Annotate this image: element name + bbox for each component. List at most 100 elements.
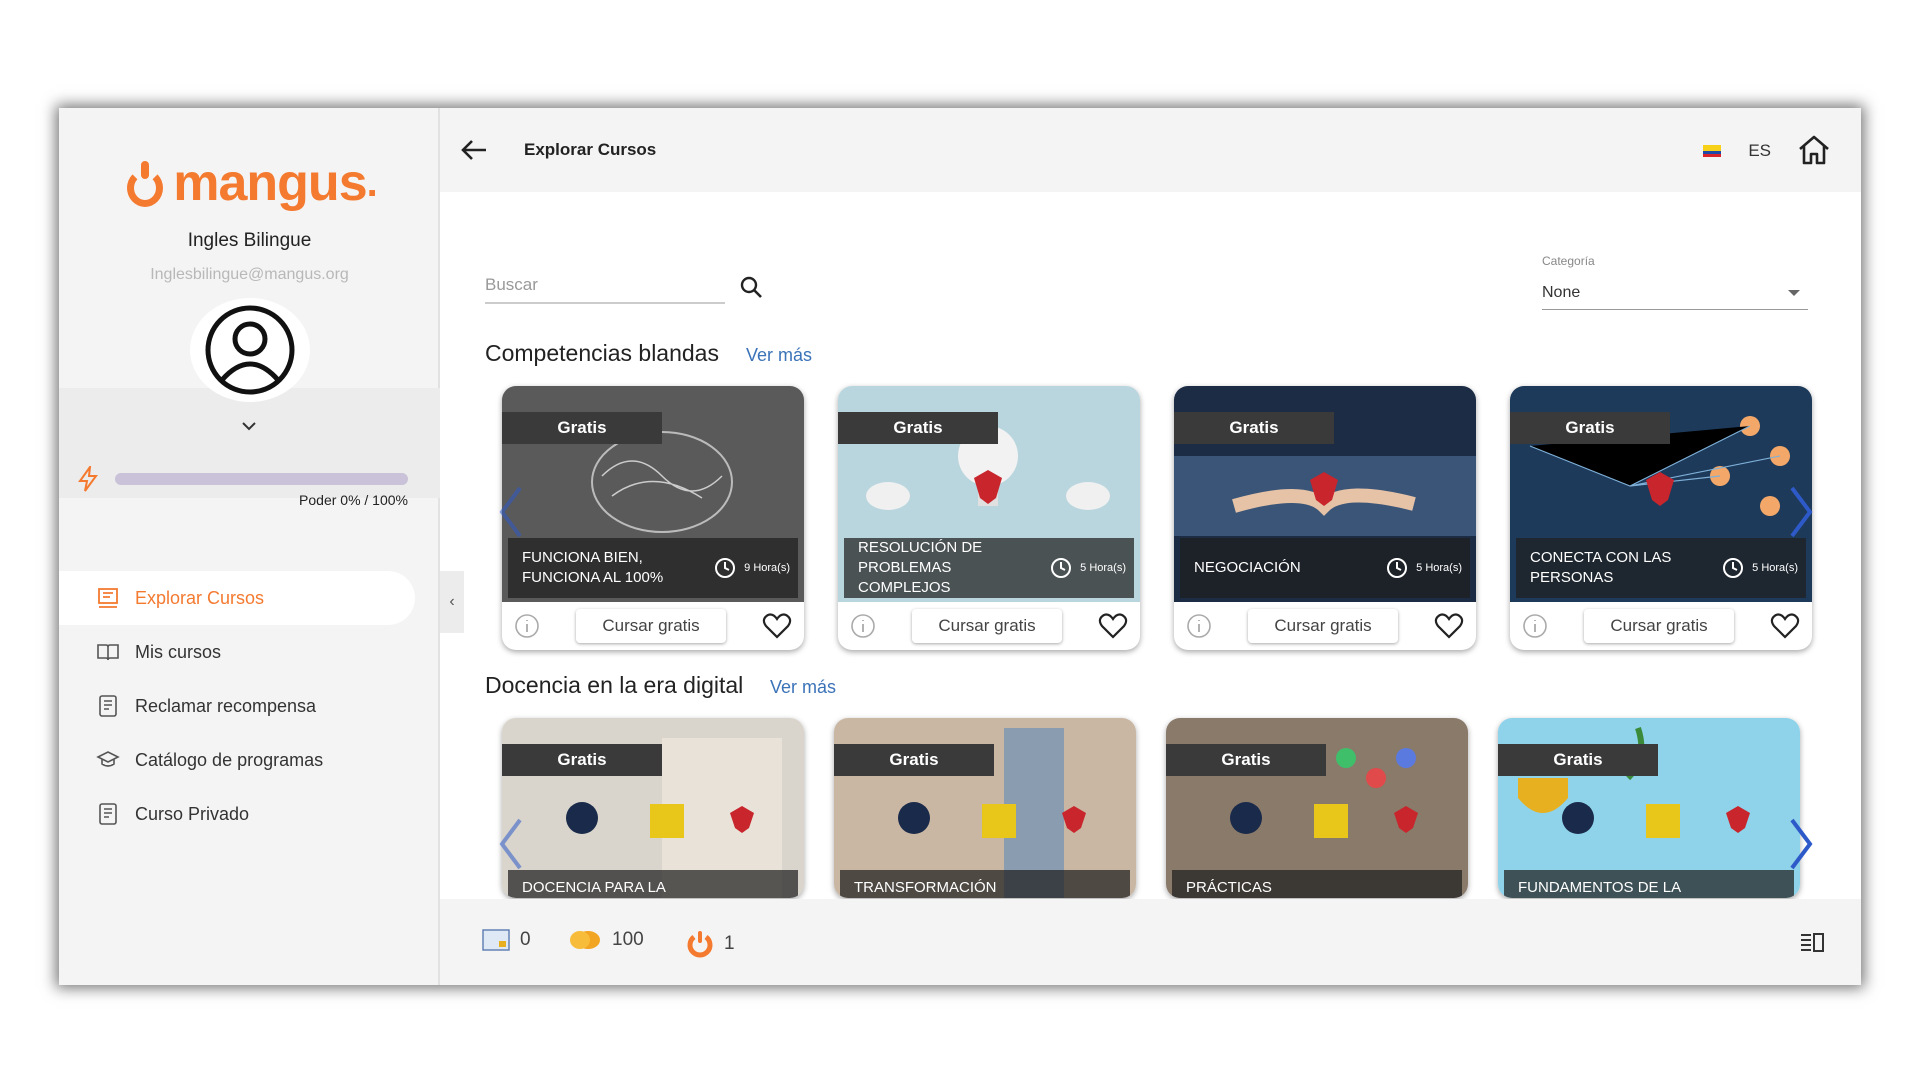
- course-card[interactable]: Gratis FUNCIONA BIEN, FUNCIONA AL 100% 9…: [502, 386, 804, 650]
- home-icon[interactable]: [1797, 133, 1831, 167]
- back-arrow-icon[interactable]: [458, 134, 490, 166]
- sidebar: mangus. Ingles Bilingue Inglesbilingue@m…: [59, 108, 440, 985]
- free-badge: Gratis: [502, 744, 662, 776]
- course-row: Gratis DOCENCIA PARA LA Gratis TRANSFORM…: [502, 718, 1832, 898]
- search-field[interactable]: [485, 268, 725, 304]
- course-card[interactable]: Gratis RESOLUCIÓN DE PROBLEMAS COMPLEJOS…: [838, 386, 1140, 650]
- duration-label: 9 Hora(s): [744, 562, 790, 574]
- see-more-link[interactable]: Ver más: [746, 345, 812, 366]
- course-card[interactable]: Gratis NEGOCIACIÓN 5 Hora(s) Cursar grat…: [1174, 386, 1476, 650]
- section-title: Competencias blandas: [485, 340, 719, 366]
- enroll-free-button[interactable]: Cursar gratis: [1584, 609, 1734, 643]
- profile-expand-chevron-icon[interactable]: [239, 416, 259, 436]
- heart-icon[interactable]: [1098, 612, 1128, 640]
- coins-icon: [570, 931, 600, 949]
- free-badge: Gratis: [502, 412, 662, 444]
- chevron-left-icon: ‹: [449, 593, 455, 610]
- certificate-icon: [482, 929, 510, 951]
- sidebar-collapse-button[interactable]: ‹: [440, 571, 464, 633]
- coins-stat[interactable]: 100: [568, 929, 644, 951]
- course-card[interactable]: Gratis TRANSFORMACIÓN: [834, 718, 1136, 898]
- category-label: Categoría: [1542, 254, 1595, 268]
- layout-toggle-icon[interactable]: [1799, 931, 1825, 953]
- clock-icon: [1051, 558, 1072, 578]
- power-progress-label: Poder 0% / 100%: [299, 492, 408, 508]
- free-badge: Gratis: [1498, 744, 1658, 776]
- sidebar-item-label: Curso Privado: [135, 803, 250, 824]
- course-title: PRÁCTICAS: [1186, 879, 1272, 896]
- course-title: CONECTA CON LAS PERSONAS: [1530, 549, 1672, 586]
- certificates-stat[interactable]: 0: [482, 929, 531, 951]
- enroll-free-button[interactable]: Cursar gratis: [576, 609, 726, 643]
- course-duration: 5 Hora(s): [1386, 557, 1462, 579]
- brand-logo[interactable]: mangus.: [109, 148, 391, 218]
- carousel-prev-icon[interactable]: [496, 816, 526, 872]
- sidebar-item-catalogo-de-programas[interactable]: Catálogo de programas: [59, 733, 440, 787]
- enroll-free-button[interactable]: Cursar gratis: [912, 609, 1062, 643]
- avatar[interactable]: [190, 298, 310, 402]
- info-icon[interactable]: [514, 613, 540, 639]
- sidebar-item-curso-privado[interactable]: Curso Privado: [59, 787, 440, 841]
- course-title-overlay: FUNDAMENTOS DE LA: [1504, 870, 1794, 898]
- course-card[interactable]: Gratis CONECTA CON LAS PERSONAS 5 Hora(s…: [1510, 386, 1812, 650]
- course-card[interactable]: Gratis FUNDAMENTOS DE LA: [1498, 718, 1800, 898]
- card-actions: Cursar gratis: [1174, 602, 1476, 650]
- heart-icon[interactable]: [1770, 612, 1800, 640]
- user-avatar-icon: [205, 305, 295, 395]
- sidebar-item-reclamar-recompensa[interactable]: Reclamar recompensa: [59, 679, 440, 733]
- category-selected-value: None: [1542, 283, 1581, 301]
- duration-label: 5 Hora(s): [1416, 562, 1462, 574]
- heart-icon[interactable]: [762, 612, 792, 640]
- duration-label: 5 Hora(s): [1752, 562, 1798, 574]
- course-title: RESOLUCIÓN DE PROBLEMAS COMPLEJOS: [858, 539, 983, 596]
- course-row: Gratis FUNCIONA BIEN, FUNCIONA AL 100% 9…: [502, 386, 1832, 656]
- clock-icon: [1387, 558, 1408, 578]
- sidebar-item-mis-cursos[interactable]: Mis cursos: [59, 625, 440, 679]
- course-title: DOCENCIA PARA LA: [522, 879, 666, 896]
- free-badge: Gratis: [1166, 744, 1326, 776]
- sidebar-item-label: Explorar Cursos: [135, 587, 265, 608]
- info-icon[interactable]: [1186, 613, 1212, 639]
- sidebar-nav: Explorar Cursos Mis cursos Reclamar reco…: [59, 571, 440, 841]
- user-name: Ingles Bilingue: [187, 230, 312, 251]
- course-card[interactable]: Gratis PRÁCTICAS: [1166, 718, 1468, 898]
- language-selector[interactable]: ES: [1748, 141, 1771, 161]
- free-badge: Gratis: [838, 412, 998, 444]
- sidebar-item-explorar-cursos[interactable]: Explorar Cursos: [59, 571, 415, 625]
- course-title-overlay: CONECTA CON LAS PERSONAS 5 Hora(s): [1516, 538, 1806, 598]
- app-window: mangus. Ingles Bilingue Inglesbilingue@m…: [59, 108, 1861, 985]
- sidebar-item-label: Reclamar recompensa: [135, 695, 317, 716]
- course-card[interactable]: Gratis DOCENCIA PARA LA: [502, 718, 804, 898]
- info-icon[interactable]: [1522, 613, 1548, 639]
- mangus-points-stat[interactable]: 1: [686, 929, 735, 959]
- certificates-count: 0: [520, 929, 531, 950]
- enroll-free-button[interactable]: Cursar gratis: [1248, 609, 1398, 643]
- carousel-next-icon[interactable]: [1786, 816, 1816, 872]
- course-title: FUNDAMENTOS DE LA: [1518, 879, 1682, 896]
- course-title-overlay: FUNCIONA BIEN, FUNCIONA AL 100% 9 Hora(s…: [508, 538, 798, 598]
- heart-icon[interactable]: [1434, 612, 1464, 640]
- course-title: NEGOCIACIÓN: [1194, 559, 1301, 576]
- course-title-overlay: RESOLUCIÓN DE PROBLEMAS COMPLEJOS 5 Hora…: [844, 538, 1134, 598]
- duration-label: 5 Hora(s): [1080, 562, 1126, 574]
- carousel-prev-icon[interactable]: [496, 484, 526, 540]
- private-course-icon: [95, 803, 121, 825]
- brand-name: mangus: [173, 154, 367, 212]
- clock-icon: [1723, 558, 1744, 578]
- card-actions: Cursar gratis: [502, 602, 804, 650]
- free-badge: Gratis: [1510, 412, 1670, 444]
- mangus-points-count: 1: [724, 933, 735, 954]
- search-icon[interactable]: [738, 274, 764, 300]
- category-select[interactable]: None: [1542, 276, 1808, 310]
- course-title-overlay: DOCENCIA PARA LA: [508, 870, 798, 898]
- power-progress-bar: [115, 473, 408, 485]
- free-badge: Gratis: [834, 744, 994, 776]
- clock-icon: [715, 558, 736, 578]
- info-icon[interactable]: [850, 613, 876, 639]
- carousel-next-icon[interactable]: [1786, 484, 1816, 540]
- search-input[interactable]: [485, 268, 725, 302]
- course-title-overlay: TRANSFORMACIÓN: [840, 870, 1130, 898]
- see-more-link[interactable]: Ver más: [770, 677, 836, 698]
- course-title-overlay: NEGOCIACIÓN 5 Hora(s): [1180, 538, 1470, 598]
- free-badge: Gratis: [1174, 412, 1334, 444]
